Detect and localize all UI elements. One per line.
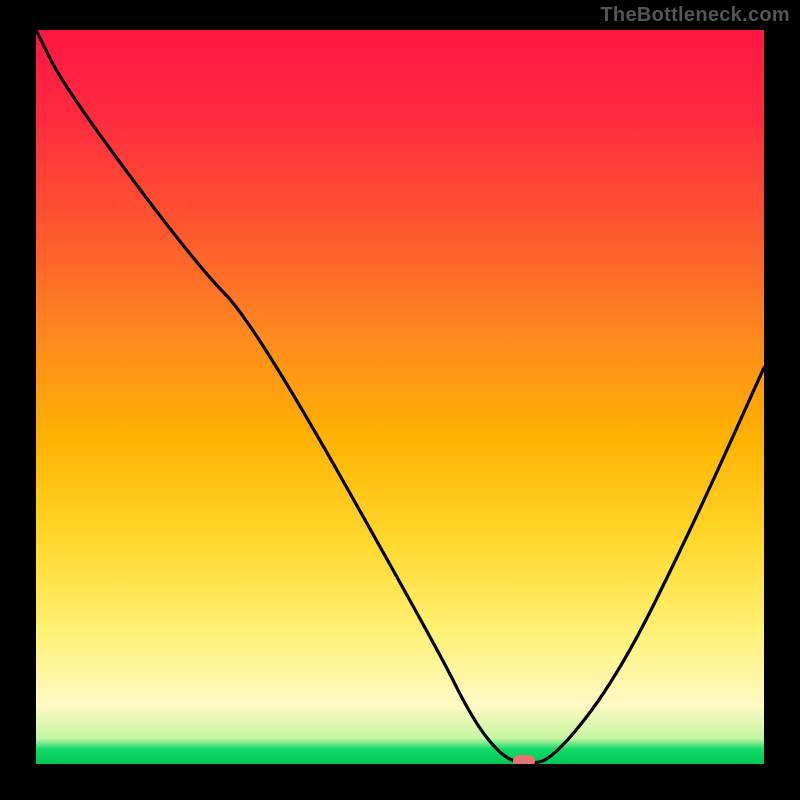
plot-area: [36, 30, 764, 764]
bottleneck-curve: [36, 30, 764, 764]
watermark-text: TheBottleneck.com: [600, 4, 790, 27]
chart-frame: TheBottleneck.com: [0, 0, 800, 800]
optimal-marker: [513, 755, 535, 764]
